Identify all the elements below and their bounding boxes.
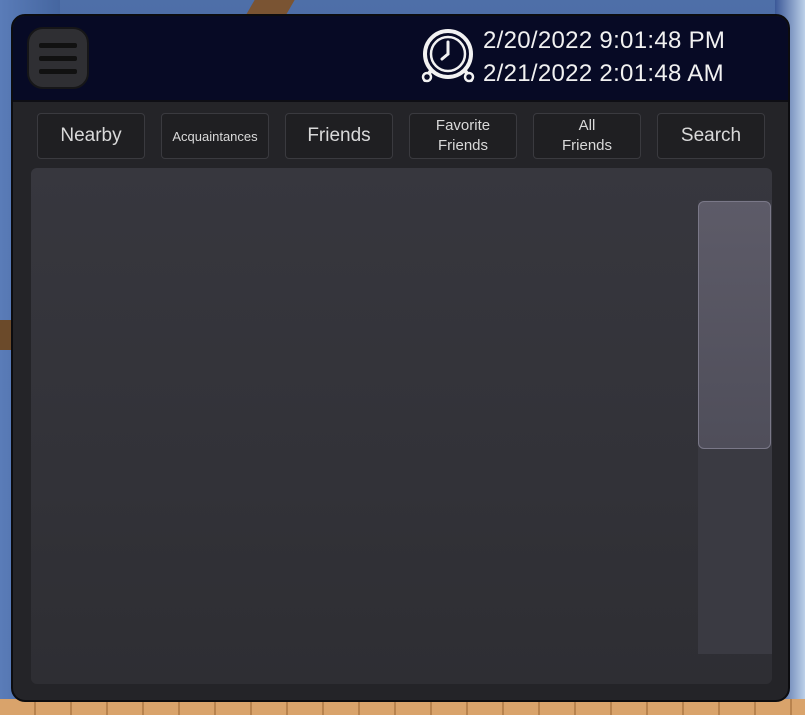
datetime-display: 2/20/2022 9:01:48 PM 2/21/2022 2:01:48 A… (483, 24, 725, 90)
menu-button[interactable] (27, 27, 89, 89)
tab-search[interactable]: Search (657, 113, 765, 159)
local-datetime: 2/20/2022 9:01:48 PM (483, 27, 726, 54)
friends-panel: 2/20/2022 9:01:48 PM 2/21/2022 2:01:48 A… (11, 14, 790, 702)
hamburger-menu-icon (39, 42, 77, 48)
server-datetime: 2/21/2022 2:01:48 AM (483, 60, 724, 87)
alarm-clock-icon (421, 29, 475, 83)
scrollbar-thumb[interactable] (698, 201, 771, 449)
friends-list-area (31, 168, 772, 684)
tab-nearby[interactable]: Nearby (37, 113, 145, 159)
tab-friends[interactable]: Friends (285, 113, 393, 159)
tab-acquaintances[interactable]: Acquaintances (161, 113, 269, 159)
tab-favorite-friends[interactable]: Favorite Friends (409, 113, 517, 159)
friend-tabs: Nearby Acquaintances Friends Favorite Fr… (37, 113, 767, 159)
tab-all-friends[interactable]: All Friends (533, 113, 641, 159)
panel-header: 2/20/2022 9:01:48 PM 2/21/2022 2:01:48 A… (13, 16, 788, 102)
